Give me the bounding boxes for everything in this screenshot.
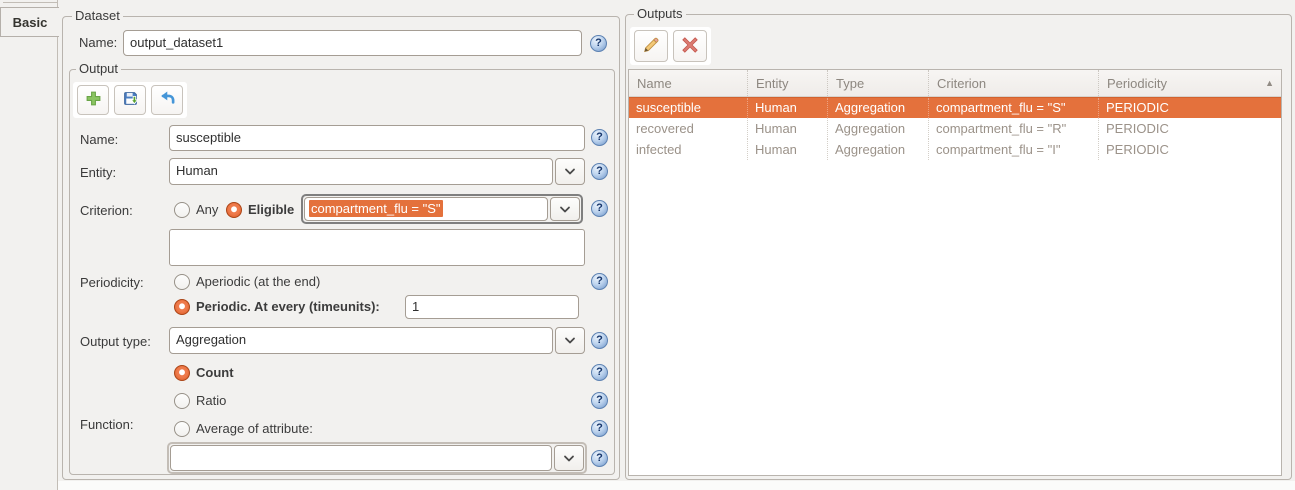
help-icon[interactable]: ?	[591, 450, 608, 467]
help-icon[interactable]: ?	[591, 163, 608, 180]
save-icon	[122, 90, 139, 110]
column-header-name[interactable]: Name	[629, 70, 747, 96]
help-icon[interactable]: ?	[591, 200, 608, 217]
criterion-input[interactable]: compartment_flu = "S"	[304, 197, 548, 221]
help-icon[interactable]: ?	[591, 273, 608, 290]
help-icon[interactable]: ?	[591, 332, 608, 349]
outputs-group-label: Outputs	[634, 6, 686, 22]
column-header-entity[interactable]: Entity	[747, 70, 827, 96]
delete-output-button[interactable]	[673, 30, 707, 62]
outputs-table: Name Entity Type Criterion Periodicity ▲…	[628, 69, 1282, 476]
dataset-name-input[interactable]: output_dataset1	[123, 30, 582, 56]
table-row[interactable]: recovered Human Aggregation compartment_…	[629, 118, 1281, 139]
output-group-label: Output	[76, 61, 122, 77]
criterion-eligible-radio[interactable]	[226, 202, 242, 218]
tab-basic[interactable]: Basic	[0, 7, 59, 37]
column-header-type[interactable]: Type	[827, 70, 928, 96]
outputs-group: Outputs Name Entity Type Criterion Perio…	[625, 6, 1292, 480]
bottom-strip	[58, 481, 1295, 490]
function-count-radio[interactable]	[174, 365, 190, 381]
dataset-group: Dataset Name: output_dataset1 ? Output N…	[62, 8, 620, 480]
output-name-label: Name:	[80, 132, 119, 147]
delete-x-icon	[681, 36, 699, 57]
add-output-button[interactable]	[77, 85, 109, 115]
function-average-radio[interactable]	[174, 421, 190, 437]
chevron-down-icon	[564, 333, 576, 348]
undo-icon	[159, 90, 176, 110]
help-icon[interactable]: ?	[591, 364, 608, 381]
output-type-input[interactable]: Aggregation	[169, 327, 553, 354]
criterion-any-radio[interactable]	[174, 202, 190, 218]
sort-ascending-icon: ▲	[1265, 77, 1274, 88]
periodic-radio[interactable]	[174, 299, 190, 315]
save-output-button[interactable]	[114, 85, 146, 115]
average-attribute-combobox	[167, 442, 587, 474]
average-attribute-input[interactable]	[170, 445, 552, 471]
help-icon[interactable]: ?	[591, 392, 608, 409]
average-attribute-dropdown-button[interactable]	[554, 445, 584, 471]
column-header-criterion[interactable]: Criterion	[928, 70, 1098, 96]
plus-icon	[85, 90, 102, 110]
output-type-label: Output type:	[80, 334, 151, 349]
table-row[interactable]: susceptible Human Aggregation compartmen…	[629, 97, 1281, 118]
dataset-group-label: Dataset	[72, 8, 123, 24]
outputs-table-header: Name Entity Type Criterion Periodicity ▲	[629, 70, 1281, 97]
function-average-label: Average of attribute:	[196, 421, 313, 436]
output-name-value: susceptible	[176, 130, 242, 145]
aperiodic-radio[interactable]	[174, 274, 190, 290]
periodic-label: Periodic. At every (timeunits):	[196, 299, 380, 314]
criterion-expression-textarea[interactable]	[169, 229, 585, 266]
pencil-icon	[642, 36, 660, 57]
tab-basic-label: Basic	[12, 14, 48, 30]
help-icon[interactable]: ?	[590, 35, 607, 52]
chevron-down-icon	[564, 164, 576, 179]
edit-output-button[interactable]	[634, 30, 668, 62]
output-toolbar	[73, 82, 187, 118]
dataset-name-value: output_dataset1	[130, 35, 224, 50]
aperiodic-label: Aperiodic (at the end)	[196, 274, 321, 289]
entity-input[interactable]: Human	[169, 158, 553, 185]
criterion-selected-text: compartment_flu = "S"	[309, 200, 443, 217]
criterion-any-label: Any	[196, 202, 219, 217]
output-type-combobox: Aggregation	[169, 327, 585, 354]
criterion-combobox: compartment_flu = "S"	[301, 194, 583, 224]
chevron-down-icon	[563, 451, 575, 466]
periodic-value-input[interactable]: 1	[405, 295, 579, 319]
help-icon[interactable]: ?	[591, 129, 608, 146]
criterion-dropdown-button[interactable]	[550, 197, 580, 221]
notebook-divider	[57, 0, 58, 490]
dataset-name-label: Name:	[79, 35, 118, 50]
outputs-toolbar	[630, 27, 711, 65]
function-ratio-label: Ratio	[196, 393, 227, 408]
undo-button[interactable]	[151, 85, 183, 115]
column-header-periodicity[interactable]: Periodicity ▲	[1098, 70, 1281, 96]
criterion-eligible-label: Eligible	[248, 202, 295, 217]
notebook-top-edge	[3, 2, 57, 3]
output-type-dropdown-button[interactable]	[555, 327, 585, 354]
output-name-input[interactable]: susceptible	[169, 125, 585, 151]
table-row[interactable]: infected Human Aggregation compartment_f…	[629, 139, 1281, 160]
entity-dropdown-button[interactable]	[555, 158, 585, 185]
periodicity-label: Periodicity:	[80, 275, 144, 290]
output-group: Output Name: susceptible ? Entity: Human…	[69, 61, 615, 475]
function-ratio-radio[interactable]	[174, 393, 190, 409]
criterion-label: Criterion:	[80, 203, 133, 218]
function-count-label: Count	[196, 365, 234, 380]
function-label: Function:	[80, 417, 134, 432]
help-icon[interactable]: ?	[591, 420, 608, 437]
entity-label: Entity:	[80, 165, 117, 180]
chevron-down-icon	[559, 202, 571, 217]
entity-combobox: Human	[169, 158, 585, 185]
